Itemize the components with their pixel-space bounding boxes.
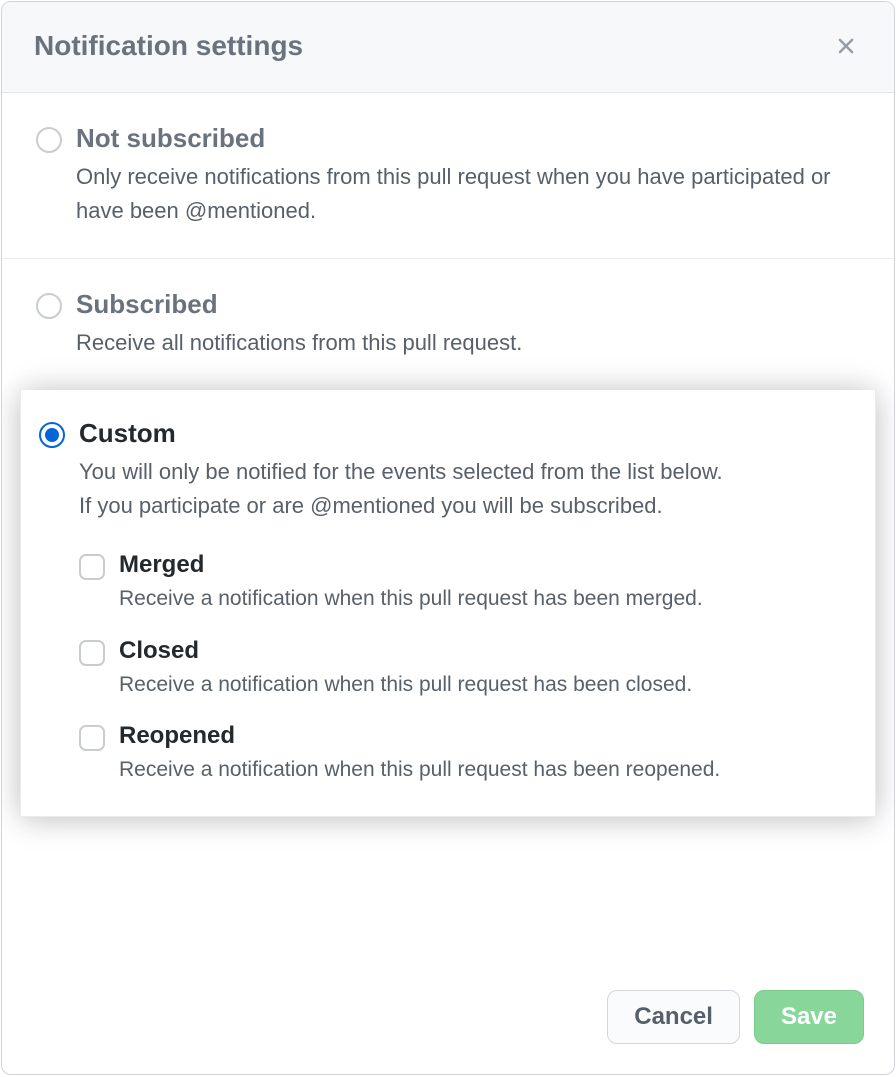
radio-custom[interactable] [39,422,65,448]
dialog-title: Notification settings [34,30,303,62]
close-icon [833,33,859,59]
option-title: Custom [79,418,857,449]
option-desc: You will only be notified for the events… [79,455,857,523]
options-list: Not subscribed Only receive notification… [2,93,894,966]
save-button[interactable]: Save [754,990,864,1044]
option-desc: Only receive notifications from this pul… [76,160,860,228]
option-title: Not subscribed [76,123,860,154]
event-desc: Receive a notification when this pull re… [119,754,857,786]
checkbox-closed[interactable] [79,640,105,666]
cancel-button[interactable]: Cancel [607,990,740,1044]
checkbox-reopened[interactable] [79,725,105,751]
event-closed[interactable]: Closed Receive a notification when this … [79,637,857,701]
dialog-header: Notification settings [2,2,894,93]
option-title: Subscribed [76,289,860,320]
event-desc: Receive a notification when this pull re… [119,669,857,701]
option-desc: Receive all notifications from this pull… [76,326,860,360]
event-reopened[interactable]: Reopened Receive a notification when thi… [79,722,857,786]
event-title: Merged [119,551,857,579]
dialog-footer: Cancel Save [2,966,894,1074]
checkbox-merged[interactable] [79,554,105,580]
option-subscribed[interactable]: Subscribed Receive all notifications fro… [2,258,894,390]
event-desc: Receive a notification when this pull re… [119,583,857,615]
radio-not-subscribed[interactable] [36,127,62,153]
event-title: Closed [119,637,857,665]
event-title: Reopened [119,722,857,750]
option-custom[interactable]: Custom You will only be notified for the… [20,390,876,817]
custom-events-list: Merged Receive a notification when this … [79,551,857,786]
close-button[interactable] [830,30,862,62]
notification-settings-dialog: Notification settings Not subscribed Onl… [1,1,895,1075]
option-not-subscribed[interactable]: Not subscribed Only receive notification… [2,93,894,258]
radio-subscribed[interactable] [36,293,62,319]
event-merged[interactable]: Merged Receive a notification when this … [79,551,857,615]
